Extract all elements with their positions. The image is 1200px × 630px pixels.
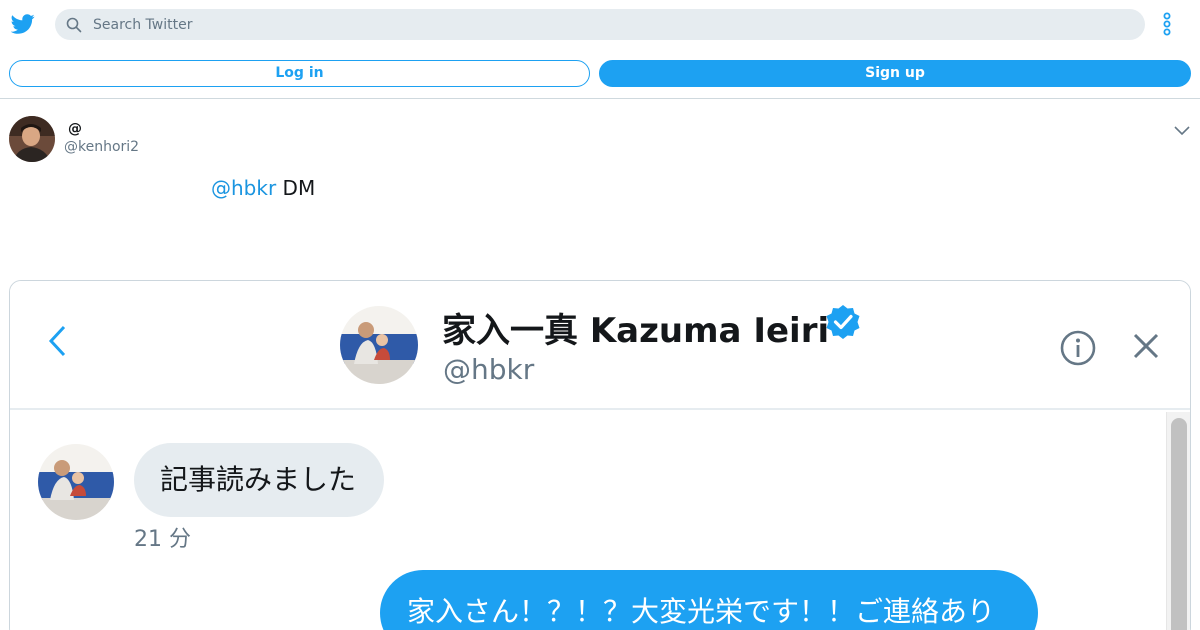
chevron-down-icon[interactable] — [1173, 121, 1191, 139]
tweet-text-rest: DM — [276, 176, 316, 200]
search-bar[interactable] — [55, 9, 1145, 40]
login-button[interactable]: Log in — [9, 60, 590, 87]
search-input[interactable] — [93, 9, 1133, 40]
verified-badge-icon — [826, 305, 860, 339]
author-handle[interactable]: @kenhori2 — [64, 139, 139, 155]
incoming-message-bubble: 記事読みました — [134, 443, 384, 517]
top-bar: Log in Sign up — [0, 0, 1200, 99]
vertical-ellipsis-icon[interactable] — [1158, 12, 1176, 36]
attached-screenshot[interactable]: 家入一真 Kazuma Ieiri @hbkr 記事読みました 21 分 家入さ… — [9, 280, 1191, 630]
twitter-bird-icon[interactable] — [11, 12, 35, 36]
dm-avatar — [340, 306, 418, 384]
mention-link[interactable]: @hbkr — [211, 176, 276, 200]
close-icon — [1133, 333, 1159, 359]
tweet-text: @hbkr DM — [211, 176, 315, 200]
dm-header: 家入一真 Kazuma Ieiri @hbkr — [10, 281, 1190, 410]
dm-contact-name: 家入一真 Kazuma Ieiri — [442, 311, 830, 351]
info-icon — [1060, 330, 1096, 366]
author-display-name[interactable]: @ — [68, 121, 82, 137]
signup-button[interactable]: Sign up — [599, 60, 1191, 87]
search-icon — [66, 17, 82, 33]
author-avatar[interactable] — [9, 116, 55, 162]
chevron-left-icon — [48, 325, 66, 357]
message-timestamp: 21 分 — [134, 527, 191, 552]
scrollbar-thumb — [1171, 418, 1187, 630]
message-avatar — [38, 444, 114, 520]
dm-contact-handle: @hbkr — [443, 353, 535, 386]
outgoing-message-bubble: 家入さん！？！？大変光栄です！！ご連絡あり — [380, 570, 1038, 630]
